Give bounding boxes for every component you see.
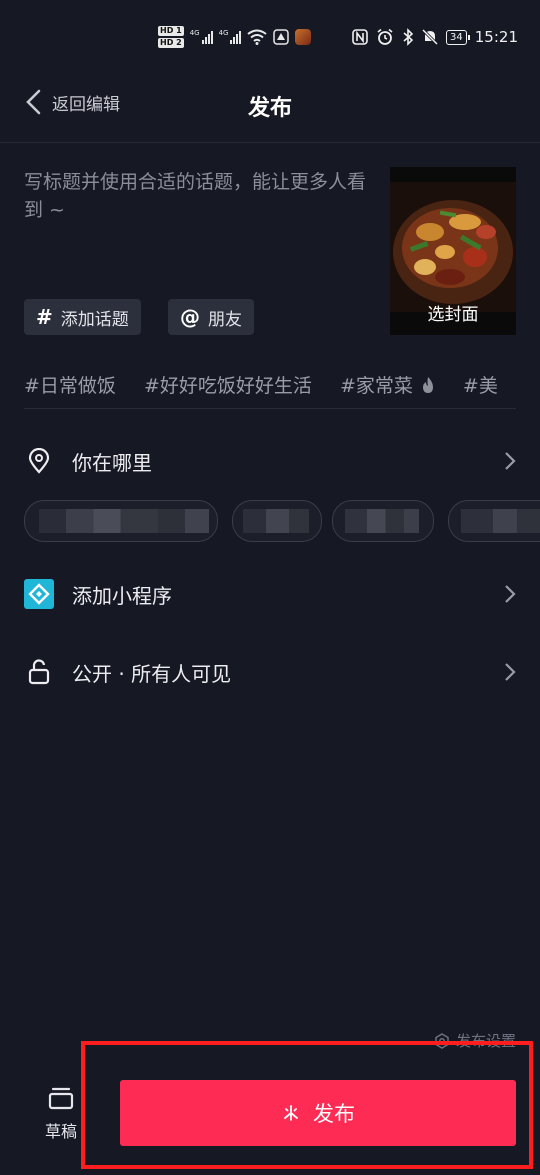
chevron-right-icon — [505, 663, 516, 681]
visibility-label: 公开 · 所有人可见 — [72, 661, 232, 686]
page-header: 返回编辑 发布 — [0, 78, 540, 143]
publish-button[interactable]: 发布 — [120, 1080, 516, 1146]
add-topic-label: 添加话题 — [60, 309, 129, 330]
hd-indicators: HD 1 HD 2 — [158, 26, 184, 48]
location-suggestion-chip[interactable] — [332, 500, 434, 542]
hd1-badge: HD 1 — [158, 26, 184, 36]
suggested-topic[interactable]: #好好吃饭好好生活 — [144, 371, 312, 398]
status-left: HD 1 HD 2 4G 4G — [158, 26, 312, 48]
location-suggestion-chip[interactable] — [24, 500, 218, 542]
hd2-badge: HD 2 — [158, 38, 184, 48]
chevron-right-icon — [505, 452, 516, 470]
suggested-topic-hot[interactable]: #家常菜 — [340, 371, 435, 398]
suggested-topic[interactable]: #日常做饭 — [24, 371, 116, 398]
location-label: 你在哪里 — [72, 450, 152, 475]
mention-friend-button[interactable]: @ 朋友 — [168, 299, 254, 335]
wifi-icon — [247, 29, 268, 45]
status-right: 34 15:21 — [352, 28, 518, 46]
mention-friend-label: 朋友 — [208, 309, 242, 330]
drafts-label: 草稿 — [44, 1122, 77, 1141]
mute-bell-icon — [422, 28, 439, 46]
visibility-row[interactable]: 公开 · 所有人可见 — [24, 652, 516, 692]
game-app-icon — [295, 29, 312, 45]
suggested-topics-bar: #日常做饭 #好好吃饭好好生活 #家常菜 #美 — [24, 371, 540, 407]
add-topic-button[interactable]: # 添加话题 — [24, 299, 141, 335]
publish-label: 发布 — [313, 1102, 355, 1126]
network-type-2: 4G — [218, 29, 229, 37]
publish-settings-link[interactable]: 发布设置 — [434, 1030, 516, 1051]
network-type-1: 4G — [189, 29, 200, 37]
status-bar: HD 1 HD 2 4G 4G 34 15:21 — [0, 0, 540, 78]
chevron-right-icon — [505, 585, 516, 603]
page-title: 发布 — [247, 96, 292, 121]
mini-program-icon — [24, 579, 54, 609]
suggested-topic[interactable]: #美 — [463, 371, 498, 398]
nfc-icon — [352, 29, 368, 45]
bluetooth-icon — [403, 28, 414, 46]
unlock-icon — [24, 657, 54, 687]
hashtag-icon: # — [36, 305, 53, 329]
cover-thumbnail-image — [390, 182, 516, 312]
signal-icon-2 — [230, 30, 242, 44]
signal-icon — [201, 30, 213, 44]
at-sign-icon: @ — [180, 305, 200, 329]
mini-program-label: 添加小程序 — [72, 583, 172, 608]
location-suggestion-chip[interactable] — [448, 500, 540, 542]
cover-label: 选封面 — [427, 305, 479, 325]
caption-input[interactable]: 写标题并使用合适的话题，能让更多人看到 ~ — [24, 168, 369, 224]
app-notification-icon — [273, 29, 290, 45]
pixelated-text — [243, 509, 309, 533]
location-pin-icon — [24, 446, 54, 476]
mini-program-row[interactable]: 添加小程序 — [24, 574, 516, 614]
pixelated-text — [39, 509, 209, 533]
alarm-icon — [377, 28, 393, 45]
pixelated-text — [461, 509, 540, 533]
pixelated-text — [345, 509, 419, 533]
cover-picker[interactable]: 选封面 — [390, 167, 516, 335]
drafts-box-icon — [48, 1087, 74, 1110]
publish-settings-label: 发布设置 — [455, 1032, 516, 1050]
clock: 15:21 — [474, 28, 518, 46]
sparkle-icon — [284, 1105, 298, 1121]
drafts-button[interactable]: 草稿 — [40, 1086, 82, 1142]
location-suggestion-chip[interactable] — [232, 500, 322, 542]
location-row[interactable]: 你在哪里 — [24, 441, 516, 481]
settings-hexagon-icon — [435, 1032, 449, 1049]
flame-icon — [422, 376, 433, 393]
battery-indicator: 34 — [446, 29, 470, 45]
divider — [24, 408, 516, 409]
suggested-topic-label: #家常菜 — [339, 375, 413, 397]
